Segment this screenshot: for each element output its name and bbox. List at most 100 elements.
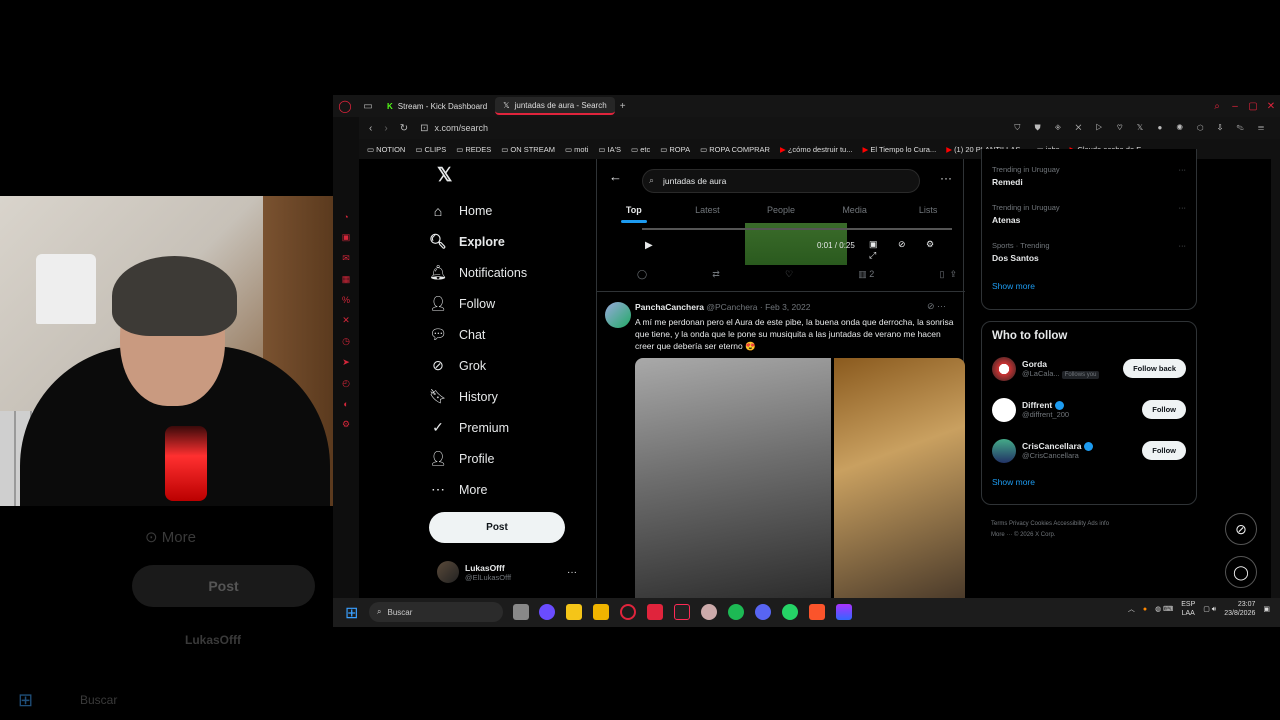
trend-item[interactable]: Sports · Trending Dos Santos ··· [982,237,1196,275]
views-count[interactable]: ▥ 2 [858,269,874,283]
nav-explore[interactable]: 🔍︎ Explore [429,226,599,257]
video-controls-icons[interactable]: ▣ ⊘ ⚙ ⤢ [869,239,957,261]
sidebar-send-icon[interactable]: ➤ [333,357,359,368]
follow-suggestion[interactable]: CrisCancellara @CrisCancellara Follow [982,430,1196,471]
repost-icon[interactable]: ⇄ [712,269,720,283]
app-icon[interactable] [836,604,852,620]
tab-people[interactable]: People [744,199,818,223]
trend-more-icon[interactable]: ··· [1179,165,1187,174]
nav-chat[interactable]: 💬︎ Chat [429,319,599,350]
nav-grok[interactable]: ⊘ Grok [429,350,599,381]
site-info-icon[interactable]: ⊡ [420,123,428,134]
tab-kick-dashboard[interactable]: K Stream - Kick Dashboard [379,97,495,115]
taskview-icon[interactable] [513,604,529,620]
tab-x-search[interactable]: 𝕏 juntadas de aura - Search [495,97,615,115]
bookmark-link[interactable]: ▶ ¿cómo destruir tu... [780,145,852,154]
file-explorer-icon[interactable] [593,604,609,620]
wps-icon[interactable] [647,604,663,620]
bookmark-folder[interactable]: ▭ IA'S [598,145,621,154]
bookmark-link[interactable]: ▶ El Tiempo lo Cura... [862,145,936,154]
opera-logo-icon[interactable]: ◯ [333,99,357,113]
sidebar-percent-icon[interactable]: % [333,295,359,305]
bookmark-folder[interactable]: ▭ REDES [456,145,491,154]
bookmark-folder[interactable]: ▭ ROPA [660,145,690,154]
minimize-icon[interactable]: – [1226,101,1244,112]
sidebar-wallet-icon[interactable]: ▣ [333,232,359,243]
clock[interactable]: 23:07 23/8/2026 [1224,600,1255,618]
tray-chevron-icon[interactable]: ︿ [1128,604,1135,614]
grok-icon[interactable]: ⊘ ··· [927,301,946,312]
tray-icons[interactable]: ◍ ⌨ [1155,605,1173,613]
follow-button[interactable]: Follow [1142,400,1186,419]
extensions-bar[interactable]: ⛉ ⛊ ◈ ✕ ▷ ♡ 𝕏 ● ◉ ⬡ ⇩ ✎ ☰ [1014,123,1280,133]
account-switcher[interactable]: LukasOfff @ElLukasOfff ··· [437,557,577,587]
taskbar-search[interactable]: ⌕ Buscar [369,602,503,622]
bookmark-icon[interactable]: ▯ ⇪ [939,269,957,283]
bookmark-folder[interactable]: ▭ NOTION [367,145,405,154]
trend-item[interactable]: Trending in Uruguay Atenas ··· [982,199,1196,237]
sidebar-bag-icon[interactable]: ◐ [333,399,359,409]
trend-more-icon[interactable]: ··· [1179,203,1187,212]
back-arrow-icon[interactable]: ← [609,169,622,184]
reload-icon[interactable]: ↻ [400,123,408,134]
who-show-more[interactable]: Show more [982,471,1196,493]
notifications-icon[interactable]: ▣ [1263,605,1270,613]
nav-premium[interactable]: ✓ Premium [429,412,599,443]
play-icon[interactable]: ▶ [645,240,653,251]
nav-more[interactable]: ⋯ More [429,474,599,505]
nav-history[interactable]: 🔖︎ History [429,381,599,412]
close-icon[interactable]: ✕ [1262,101,1280,112]
language-indicator[interactable]: ESP LAA [1181,600,1195,618]
whatsapp-icon[interactable] [782,604,798,620]
tab-top[interactable]: Top [597,199,671,223]
grok-fab-button[interactable]: ⊘ [1225,513,1257,545]
tab-media[interactable]: Media [818,199,892,223]
avatar[interactable] [605,302,631,328]
forward-icon[interactable]: › [384,123,387,134]
windows-start-icon[interactable]: ⊞ [345,603,358,623]
trend-item[interactable]: Trending in Uruguay Remedi ··· [982,161,1196,199]
follow-back-button[interactable]: Follow back [1123,359,1186,378]
discord-icon[interactable] [755,604,771,620]
like-icon[interactable]: ♡ [785,269,793,283]
microphone-icon[interactable]: ● [1143,606,1147,613]
account-more-icon[interactable]: ··· [567,567,577,578]
tiktok-icon[interactable] [674,604,690,620]
tweet-image-singer[interactable] [635,358,831,599]
post-button[interactable]: Post [429,512,565,543]
bookmark-folder[interactable]: ▭ CLIPS [415,145,446,154]
follow-button[interactable]: Follow [1142,441,1186,460]
follow-suggestion[interactable]: Diffrent @diffrent_200 Follow [982,389,1196,430]
tab-latest[interactable]: Latest [671,199,745,223]
nav-follow[interactable]: 👤︎ Follow [429,288,599,319]
reply-icon[interactable]: ◯ [637,269,647,283]
video-progress-bar[interactable] [642,228,952,230]
tweet[interactable]: PanchaCanchera @PCanchera · Feb 3, 2022 … [597,291,965,599]
network-volume-icons[interactable]: ▢ 🔊︎ [1203,605,1216,614]
footer-links[interactable]: Terms Privacy Cookies Accessibility Ads … [991,519,1191,541]
new-tab-icon[interactable]: + [615,101,631,112]
url-field[interactable]: x.com/search [434,123,488,133]
sidebar-history-icon[interactable]: ◴ [333,378,359,389]
tab-menu-icon[interactable]: ▭ [357,101,379,112]
sidebar-home-icon[interactable]: ◔ [333,212,359,222]
search-input[interactable] [642,169,920,193]
search-tabs-icon[interactable]: ⌕ [1208,101,1226,112]
bookmark-folder[interactable]: ▭ ON STREAM [501,145,555,154]
tab-lists[interactable]: Lists [891,199,965,223]
nav-profile[interactable]: 👤︎ Profile [429,443,599,474]
sidebar-box-icon[interactable]: ▦ [333,274,359,285]
trends-show-more[interactable]: Show more [982,275,1196,297]
messages-fab-button[interactable]: ◯ [1225,556,1257,588]
tweet-image-portrait[interactable] [834,358,965,599]
bookmark-folder[interactable]: ▭ moti [565,145,588,154]
maximize-icon[interactable]: ▢ [1244,101,1262,112]
follow-suggestion[interactable]: Gorda @LaCala... Follows you Follow back [982,348,1196,389]
brave-icon[interactable] [809,604,825,620]
nav-notifications[interactable]: 🔔︎ Notifications [429,257,599,288]
video-player[interactable]: ▶ 0:01 / 0:25 ▣ ⊘ ⚙ ⤢ [642,223,957,265]
sticky-notes-icon[interactable] [566,604,582,620]
app-icon[interactable] [539,604,555,620]
trend-more-icon[interactable]: ··· [1179,241,1187,250]
search-options-icon[interactable]: ··· [940,171,952,185]
